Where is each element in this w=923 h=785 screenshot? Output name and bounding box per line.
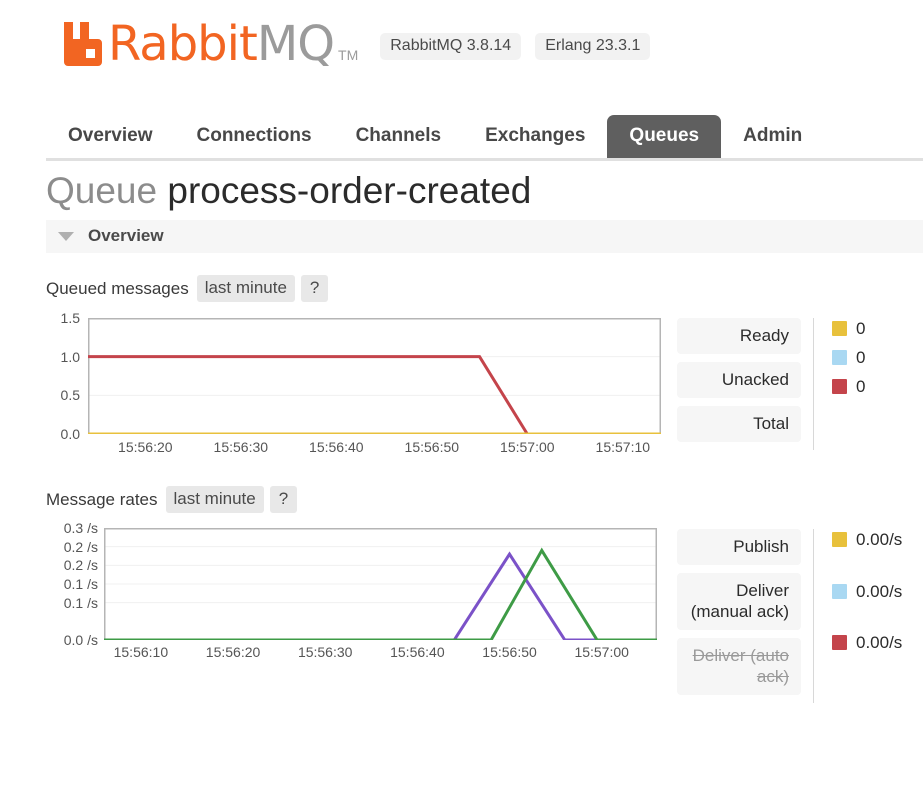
x-tick-label: 15:56:40 (309, 439, 364, 455)
y-tick-label: 0.1 /s (63, 576, 98, 592)
x-tick-label: 15:57:10 (595, 439, 651, 455)
message-rates-block: Message rates last minute ? 0.3 /s 0.2 /s… (46, 486, 923, 703)
queued-messages-legend-values: 0 0 0 (813, 318, 865, 450)
message-rates-chart[interactable]: 0.3 /s 0.2 /s 0.2 /s 0.1 /s 0.1 /s 0.0 /s 15:… (46, 520, 661, 670)
overview-section-title: Overview (88, 226, 164, 245)
message-rates-help-button[interactable]: ? (269, 486, 298, 513)
message-rates-chart-row: 0.3 /s 0.2 /s 0.2 /s 0.1 /s 0.1 /s 0.0 /s 15:… (46, 520, 923, 703)
rabbitmq-version-badge: RabbitMQ 3.8.14 (380, 33, 522, 60)
x-tick-label: 15:56:20 (118, 439, 173, 455)
queued-messages-label: Queued messages (46, 278, 189, 298)
x-tick-label: 15:56:50 (482, 644, 537, 660)
legend-item-deliver-manual-ack[interactable]: Deliver (manual ack) (677, 573, 801, 630)
tab-channels[interactable]: Channels (334, 115, 464, 158)
swatch-unacked-icon (832, 350, 847, 365)
caret-down-icon[interactable] (58, 231, 74, 241)
swatch-ready-icon (832, 321, 847, 336)
y-tick-label: 0.1 /s (63, 594, 98, 611)
y-tick-label: 0.0 (60, 426, 80, 442)
y-tick-label: 1.5 (60, 310, 80, 326)
main-navigation: Overview Connections Channels Exchanges … (46, 112, 923, 162)
y-tick-label: 0.2 /s (63, 538, 98, 555)
x-tick-label: 15:57:00 (500, 439, 555, 455)
legend-value-deliver-auto-ack: 0.00/s (832, 632, 902, 653)
queued-messages-block: Queued messages last minute ? 0.0 0.5 1.0 1… (46, 275, 923, 464)
queued-messages-plot-svg (88, 318, 661, 434)
y-tick-label: 0.5 (60, 387, 80, 404)
message-rates-period-button[interactable]: last minute (165, 486, 264, 513)
queued-messages-plot-area (88, 318, 661, 434)
legend-value-publish-text: 0.00/s (856, 530, 903, 549)
queued-messages-y-axis: 0.0 0.5 1.0 1.5 (46, 310, 80, 441)
message-rates-legend: Publish Deliver (manual ack) Deliver (au… (677, 525, 902, 703)
y-tick-label: 0.2 /s (63, 557, 98, 574)
brand-row: RabbitMQ TM RabbitMQ 3.8.14 Erlang 23.3.… (62, 20, 923, 68)
tab-overview[interactable]: Overview (46, 115, 175, 158)
swatch-deliver-auto-ack-icon (832, 635, 847, 650)
page-title: Queue process-order-created (46, 168, 923, 214)
x-tick-label: 15:56:30 (297, 644, 353, 660)
legend-item-publish[interactable]: Publish (677, 529, 801, 565)
queued-messages-period-button[interactable]: last minute (196, 275, 295, 302)
overview-section-header[interactable]: Overview (46, 220, 923, 253)
brand-name-mq: MQ (256, 16, 335, 72)
x-tick-label: 15:56:30 (213, 439, 269, 455)
message-rates-label: Message rates (46, 489, 158, 509)
brand-name-rabbit: Rabbit (108, 16, 258, 72)
queued-messages-chart[interactable]: 0.0 0.5 1.0 1.5 15:56:20 15:56:30 15:56:40 15:… (46, 310, 661, 464)
x-tick-label: 15:56:20 (205, 644, 261, 660)
swatch-deliver-manual-ack-icon (832, 583, 847, 599)
version-badges: RabbitMQ 3.8.14 Erlang 23.3.1 (380, 33, 664, 60)
message-rates-legend-names: Publish Deliver (manual ack) Deliver (au… (677, 529, 801, 703)
legend-item-deliver-auto-ack[interactable]: Deliver (auto ack) (677, 638, 801, 695)
legend-value-deliver-auto-ack-text: 0.00/s (856, 633, 903, 652)
y-tick-label: 0.3 /s (63, 520, 98, 536)
trademark-mark: TM (338, 47, 359, 63)
swatch-total-icon (832, 379, 847, 394)
page-title-prefix: Queue (46, 170, 158, 211)
legend-value-unacked: 0 (832, 347, 865, 368)
tab-exchanges[interactable]: Exchanges (463, 115, 607, 158)
tab-queues[interactable]: Queues (607, 115, 722, 158)
legend-item-ready[interactable]: Ready (677, 318, 801, 354)
tab-admin[interactable]: Admin (721, 115, 824, 158)
x-tick-label: 15:56:40 (390, 644, 445, 660)
legend-item-unacked[interactable]: Unacked (677, 362, 801, 398)
message-rates-plot-area (104, 528, 657, 640)
message-rates-y-axis: 0.3 /s 0.2 /s 0.2 /s 0.1 /s 0.1 /s 0.0 /s (46, 520, 98, 647)
swatch-publish-icon (832, 532, 847, 547)
legend-value-publish: 0.00/s (832, 529, 902, 550)
legend-value-deliver-manual-ack: 0.00/s (832, 558, 902, 624)
message-rates-legend-values: 0.00/s 0.00/s 0.00/s (813, 529, 902, 703)
message-rates-plot-svg (104, 528, 657, 640)
erlang-version-badge: Erlang 23.3.1 (535, 33, 651, 60)
x-tick-label: 15:57:00 (574, 644, 629, 660)
rabbitmq-logo-icon[interactable] (62, 22, 104, 66)
legend-value-ready-text: 0 (856, 319, 866, 338)
x-tick-label: 15:56:50 (404, 439, 460, 455)
legend-value-unacked-text: 0 (856, 348, 866, 367)
queued-messages-x-axis: 15:56:20 15:56:30 15:56:40 15:56:50 15:57:00… (88, 440, 661, 458)
legend-item-total[interactable]: Total (677, 406, 801, 442)
main-content: Queue process-order-created Overview Que… (0, 168, 923, 703)
message-rates-x-axis: 15:56:10 15:56:20 15:56:30 15:56:40 15:56:50… (66, 645, 659, 663)
queued-messages-help-button[interactable]: ? (300, 275, 329, 302)
legend-value-total-text: 0 (856, 377, 866, 396)
legend-value-ready: 0 (832, 318, 865, 339)
nav-tabs: Overview Connections Channels Exchanges … (46, 112, 923, 158)
x-tick-label: 15:56:10 (113, 644, 169, 660)
tab-connections[interactable]: Connections (175, 115, 334, 158)
nav-divider (46, 158, 923, 161)
queued-messages-chart-row: 0.0 0.5 1.0 1.5 15:56:20 15:56:30 15:56:40 15:… (46, 310, 923, 464)
queue-name: process-order-created (167, 170, 532, 211)
queued-messages-legend-names: Ready Unacked Total (677, 318, 801, 450)
app-header: RabbitMQ TM RabbitMQ 3.8.14 Erlang 23.3.… (0, 0, 923, 104)
queued-messages-legend: Ready Unacked Total 0 0 0 (677, 314, 865, 450)
legend-value-total: 0 (832, 376, 865, 397)
y-tick-label: 1.0 (60, 348, 80, 365)
legend-value-deliver-manual-ack-text: 0.00/s (856, 581, 903, 601)
message-rates-header: Message rates last minute ? (46, 486, 923, 513)
queued-messages-header: Queued messages last minute ? (46, 275, 923, 302)
